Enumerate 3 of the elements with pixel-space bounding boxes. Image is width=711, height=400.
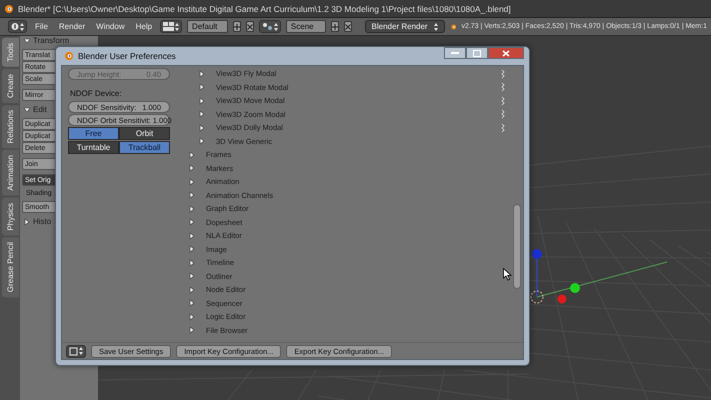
section-label: NDOF Device: — [70, 89, 123, 98]
window-title: Blender* [C:\Users\Owner\Desktop\Game Institute Digital Game Art Curriculum\1.2 3D Modeling 1\Project files\1080\1080A_.blend] — [18, 4, 511, 14]
dialog-title: Blender User Preferences — [78, 51, 176, 61]
